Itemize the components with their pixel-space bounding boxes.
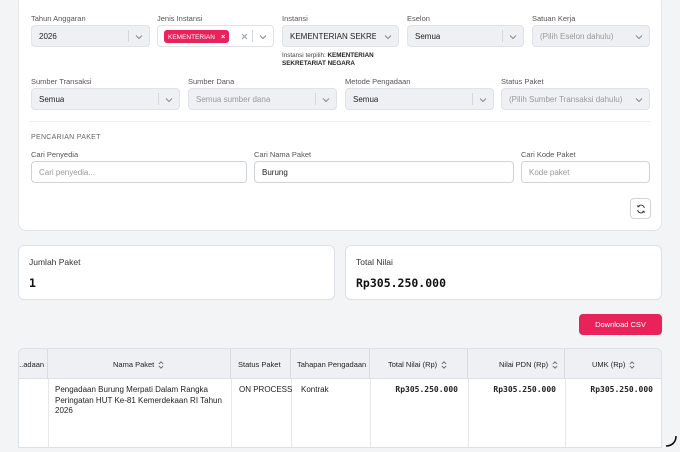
search-section-title: PENCARIAN PAKET — [31, 134, 101, 141]
filter-panel: Tahun Anggaran Jenis Instansi Instansi E… — [18, 0, 662, 231]
metode-pengadaan-value: Semua — [353, 95, 379, 104]
sumber-transaksi-select[interactable]: Semua — [31, 88, 180, 110]
instansi-label: Instansi — [282, 14, 308, 23]
refresh-icon — [637, 204, 645, 214]
instansi-hint-prefix: Instansi terpilih: — [282, 52, 326, 59]
tahun-anggaran-value: 2026 — [39, 32, 57, 41]
column-header-text: Status Paket — [238, 360, 281, 369]
table-header: ...adaan Nama Paket Status Paket Tahapan… — [19, 349, 661, 379]
sumber-transaksi-label: Sumber Transaksi — [31, 77, 92, 86]
eselon-select[interactable]: Semua — [407, 25, 524, 47]
cell-status-paket: ON PROCESS — [239, 385, 293, 394]
chevron-down-icon — [165, 98, 173, 103]
clear-icon[interactable] — [241, 33, 248, 40]
cari-penyedia-field[interactable] — [31, 161, 247, 183]
chevron-down-icon — [259, 35, 267, 40]
cari-kode-paket-field[interactable] — [521, 161, 650, 183]
cell-nama-paket: Pengadaan Burung Merpati Dalam Rangka Pe… — [55, 385, 222, 417]
refresh-button[interactable] — [630, 198, 651, 219]
cari-nama-paket-input[interactable] — [255, 162, 513, 182]
results-table: ...adaan Nama Paket Status Paket Tahapan… — [18, 348, 662, 448]
chevron-down-icon — [635, 98, 643, 103]
instansi-selected-hint: Instansi terpilih: KEMENTERIAN SEKRETARI… — [282, 52, 374, 68]
satuan-kerja-placeholder: (Pilih Eselon dahulu) — [540, 32, 614, 41]
column-header-metode[interactable]: ...adaan — [19, 349, 48, 379]
jumlah-paket-value: 1 — [29, 276, 36, 290]
cari-nama-paket-label: Cari Nama Paket — [254, 150, 312, 159]
sumber-dana-label: Sumber Dana — [188, 77, 235, 86]
status-paket-label: Status Paket — [501, 77, 544, 86]
cari-kode-paket-input[interactable] — [522, 162, 649, 182]
cell-nama-paket-line: Peringatan HUT Ke-81 Kemerdekaan RI Tahu… — [55, 395, 222, 405]
instansi-select[interactable]: KEMENTERIAN SEKRETA... — [282, 25, 399, 47]
satuan-kerja-select[interactable]: (Pilih Eselon dahulu) — [532, 25, 650, 47]
chevron-down-icon — [322, 98, 330, 103]
cell-tahapan: Kontrak — [301, 385, 329, 394]
column-header-nama-paket[interactable]: Nama Paket — [48, 349, 231, 379]
instansi-hint-value-1: KEMENTERIAN — [327, 52, 374, 59]
satuan-kerja-label: Satuan Kerja — [532, 14, 576, 23]
eselon-value: Semua — [415, 32, 441, 41]
column-header-total-nilai[interactable]: Total Nilai (Rp) — [370, 349, 468, 379]
cell-umk: Rp305.250.000 — [590, 385, 653, 394]
column-header-status-paket: Status Paket — [231, 349, 291, 379]
jenis-instansi-label: Jenis Instansi — [157, 14, 203, 23]
column-header-tahapan: Tahapan Pengadaan — [291, 349, 370, 379]
total-nilai-label: Total Nilai — [356, 257, 393, 267]
resize-handle-icon — [665, 435, 677, 447]
jumlah-paket-card: Jumlah Paket 1 — [18, 245, 335, 300]
jumlah-paket-label: Jumlah Paket — [29, 257, 81, 267]
cell-nilai-pdn: Rp305.250.000 — [493, 385, 556, 394]
divider — [29, 121, 651, 122]
total-nilai-card: Total Nilai Rp305.250.000 — [345, 245, 662, 300]
sumber-dana-placeholder: Semua sumber dana — [196, 95, 271, 104]
cari-penyedia-input[interactable] — [32, 162, 246, 182]
eselon-label: Eselon — [407, 14, 430, 23]
column-header-text: UMK (Rp) — [592, 360, 626, 369]
cari-penyedia-label: Cari Penyedia — [31, 150, 79, 159]
sumber-dana-select[interactable]: Semua sumber dana — [188, 88, 337, 110]
chevron-down-icon — [479, 98, 487, 103]
tag-remove-icon[interactable]: × — [221, 32, 225, 41]
column-header-text: Tahapan Pengadaan — [297, 360, 367, 369]
chevron-down-icon — [509, 35, 517, 40]
sort-icon — [158, 361, 164, 369]
cell-total-nilai: Rp305.250.000 — [395, 385, 458, 394]
metode-pengadaan-label: Metode Pengadaan — [345, 77, 411, 86]
jenis-instansi-tag: KEMENTERIAN × — [164, 30, 230, 43]
jenis-instansi-tag-text: KEMENTERIAN — [168, 34, 215, 41]
tahun-anggaran-label: Tahun Anggaran — [31, 14, 86, 23]
status-paket-placeholder: (Pilih Sumber Transaksi dahulu) — [509, 95, 623, 104]
column-header-text: Total Nilai (Rp) — [388, 360, 438, 369]
cari-kode-paket-label: Cari Kode Paket — [521, 150, 576, 159]
sort-icon — [629, 361, 635, 369]
sort-icon — [552, 361, 558, 369]
column-header-text: Nilai PDN (Rp) — [499, 360, 549, 369]
cell-nama-paket-line: Pengadaan Burung Merpati Dalam Rangka — [55, 385, 208, 394]
chevron-down-icon — [384, 35, 392, 40]
tahun-anggaran-select[interactable]: 2026 — [31, 25, 150, 47]
column-header-text: ...adaan — [18, 360, 45, 369]
chevron-down-icon — [635, 35, 643, 40]
download-csv-button[interactable]: Download CSV — [579, 314, 662, 335]
sumber-transaksi-value: Semua — [39, 95, 65, 104]
cell-nama-paket-line: 2026 — [55, 406, 73, 415]
chevron-down-icon — [135, 35, 143, 40]
total-nilai-value: Rp305.250.000 — [356, 276, 447, 290]
cari-nama-paket-field[interactable] — [254, 161, 514, 183]
column-header-umk[interactable]: UMK (Rp) — [565, 349, 661, 379]
metode-pengadaan-select[interactable]: Semua — [345, 88, 494, 110]
column-header-text: Nama Paket — [113, 360, 155, 369]
instansi-value: KEMENTERIAN SEKRETA... — [290, 32, 376, 41]
status-paket-select[interactable]: (Pilih Sumber Transaksi dahulu) — [501, 88, 650, 110]
sort-icon — [441, 361, 447, 369]
instansi-hint-value-2: SEKRETARIAT NEGARA — [282, 60, 355, 67]
jenis-instansi-select[interactable]: KEMENTERIAN × — [157, 25, 274, 47]
column-header-nilai-pdn[interactable]: Nilai PDN (Rp) — [468, 349, 565, 379]
